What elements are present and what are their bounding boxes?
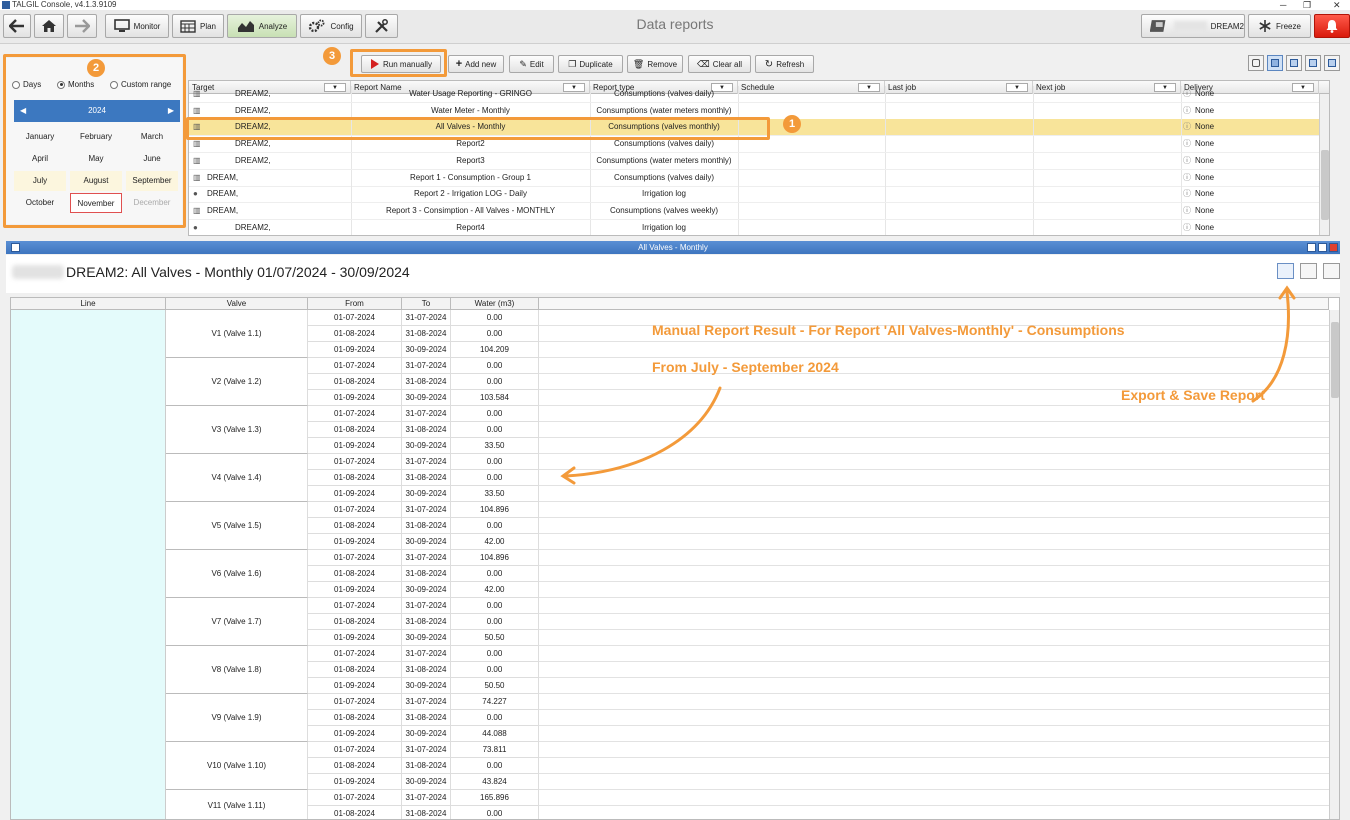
export-arrow bbox=[1251, 290, 1290, 403]
annotation-arrows bbox=[560, 285, 1296, 485]
range-arrow bbox=[564, 386, 722, 478]
